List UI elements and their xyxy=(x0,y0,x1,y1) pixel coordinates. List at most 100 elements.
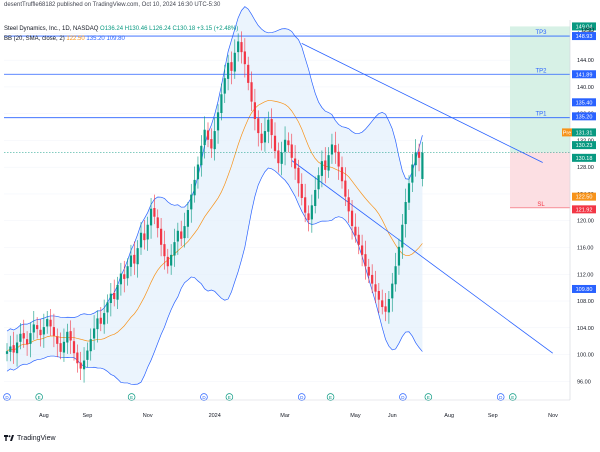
event-icon-letter: E xyxy=(228,395,231,400)
candle-body xyxy=(377,290,380,300)
candle-body xyxy=(190,194,193,210)
candle-body xyxy=(407,183,411,203)
event-icon-letter: E xyxy=(329,395,332,400)
candle-body xyxy=(143,233,146,241)
candle-body xyxy=(277,150,280,164)
candle-body xyxy=(156,217,159,229)
change-value: +3.15 (+2.48%) xyxy=(196,26,239,32)
candle-body xyxy=(176,230,179,242)
symbol-name: Steel Dynamics, Inc., 1D, NASDAQ xyxy=(4,26,99,32)
candle-body xyxy=(310,205,313,220)
candle-body xyxy=(391,283,394,299)
price-label: Pre xyxy=(563,130,572,136)
level-label: TP2 xyxy=(535,68,547,74)
tradingview-logo-icon xyxy=(4,435,14,441)
candle-body xyxy=(327,155,330,171)
candle-body xyxy=(72,341,76,354)
candle-body xyxy=(119,273,122,285)
candle-body xyxy=(361,245,364,255)
price-label: 130.18 xyxy=(576,156,593,162)
candle-body xyxy=(22,333,25,339)
candle-body xyxy=(213,131,216,150)
level-label: TP3 xyxy=(535,30,547,36)
candle-body xyxy=(404,201,407,225)
x-tick-label: Jun xyxy=(388,413,397,419)
level-label: SL xyxy=(537,202,545,208)
candle-body xyxy=(357,234,360,245)
price-label: 122.50 xyxy=(576,195,593,201)
candle-body xyxy=(93,328,96,339)
candle-body xyxy=(260,133,263,144)
close-value: C130.18 xyxy=(172,26,196,32)
candle-body xyxy=(79,362,82,369)
y-tick-label: 144.00 xyxy=(577,58,594,64)
candle-body xyxy=(46,319,49,327)
event-icon-letter: E xyxy=(511,395,514,400)
candle-body xyxy=(240,42,243,53)
price-chart[interactable]: TP3TP2TP1SL DEEDEDEDEDE Aug Sep Nov 2024 Mar… xyxy=(0,0,600,452)
candle-body xyxy=(99,317,102,324)
candle-body xyxy=(417,151,421,158)
candle-body xyxy=(133,254,136,264)
candle-body xyxy=(237,41,240,53)
candle-body xyxy=(397,246,401,266)
x-tick-label: Aug xyxy=(39,413,49,419)
candle-body xyxy=(49,319,52,327)
publisher-header: desentTruffle68182 published on TradingV… xyxy=(4,2,221,8)
brand-name: TradingView xyxy=(17,434,56,442)
candle-body xyxy=(52,327,55,336)
price-label: 130.23 xyxy=(576,143,593,149)
candle-body xyxy=(36,325,39,330)
symbol-legend: Steel Dynamics, Inc., 1D, NASDAQ O136.24… xyxy=(4,26,238,32)
candle-body xyxy=(304,197,307,213)
candle-body xyxy=(170,254,173,266)
candle-body xyxy=(290,144,293,158)
candle-body xyxy=(230,62,233,71)
low-value: L126.24 xyxy=(149,26,171,32)
y-tick-label: 96.00 xyxy=(577,379,591,385)
candle-body xyxy=(163,244,166,257)
take-profit-zone xyxy=(510,26,570,153)
candle-body xyxy=(12,345,15,353)
level-label: TP1 xyxy=(535,112,547,118)
candle-body xyxy=(62,341,66,353)
candle-body xyxy=(384,306,387,312)
bb-basis: 122.50 xyxy=(66,36,85,42)
candle-body xyxy=(294,158,297,169)
candle-body xyxy=(86,350,89,360)
candle-body xyxy=(56,336,59,344)
candle-body xyxy=(9,346,12,352)
price-label: 148.93 xyxy=(576,34,593,40)
footer-brand: TradingView xyxy=(4,434,56,442)
candle-body xyxy=(411,164,414,183)
candle-body xyxy=(129,255,133,267)
candle-body xyxy=(203,129,206,146)
candle-body xyxy=(103,313,106,325)
candle-body xyxy=(149,208,153,226)
candle-body xyxy=(270,119,273,136)
candle-body xyxy=(257,118,260,134)
candle-body xyxy=(89,339,92,352)
candle-body xyxy=(29,333,32,344)
candle-body xyxy=(233,52,236,72)
bb-lower: 109.80 xyxy=(106,36,125,42)
currency-label: USD xyxy=(582,28,595,34)
candle-body xyxy=(381,300,384,308)
candle-body xyxy=(146,224,149,240)
candle-body xyxy=(210,139,213,149)
candle-body xyxy=(317,175,320,190)
candle-body xyxy=(350,210,354,227)
candle-body xyxy=(297,167,300,184)
candle-body xyxy=(253,102,256,120)
price-label: 141.89 xyxy=(576,72,593,78)
candle-body xyxy=(116,284,119,300)
candle-body xyxy=(283,139,287,152)
indicator-legend: BB (20, SMA, close, 2) 122.50 135.20 109… xyxy=(4,36,125,42)
y-tick-label: 112.00 xyxy=(577,272,593,278)
candle-body xyxy=(173,242,176,256)
candle-body xyxy=(367,266,370,276)
candle-body xyxy=(324,160,327,170)
event-icon-letter: E xyxy=(130,395,133,400)
candle-body xyxy=(300,183,303,198)
candle-body xyxy=(180,231,183,239)
